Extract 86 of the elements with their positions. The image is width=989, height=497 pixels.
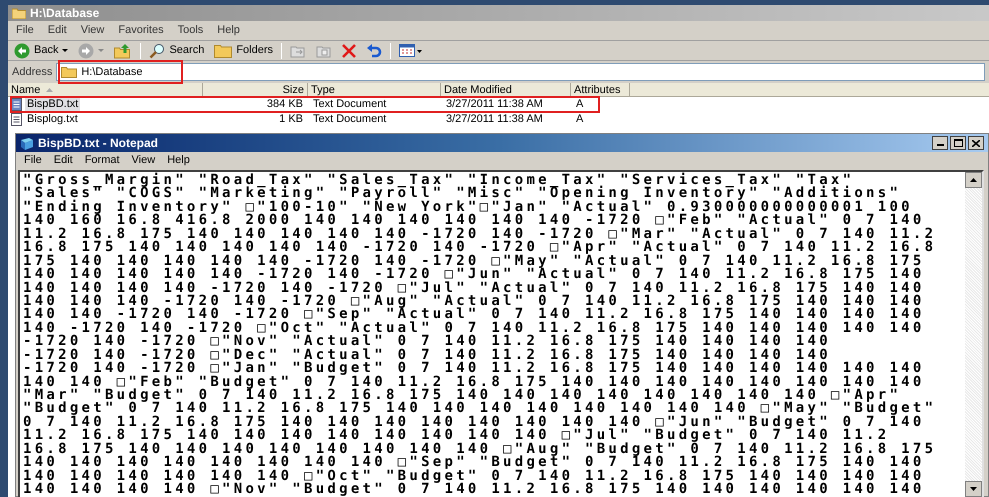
back-button[interactable]: Back [12,42,70,60]
menu-item[interactable]: Edit [48,22,67,39]
address-label: Address [12,64,52,80]
menu-item[interactable]: Help [167,152,190,168]
scroll-down-button[interactable] [965,480,982,496]
menu-item[interactable]: Format [84,152,120,168]
text-line: -1720 140 -1720 □"Jan" "Budget" 0 7 140 11.2 16.8 175 140 140 140 140 140 140 [23,362,926,376]
dropdown-arrow-icon [98,49,104,52]
close-button[interactable] [968,136,984,150]
file-row[interactable]: Bisplog.txt 1 KB Text Document 3/27/2011 11:38 AM A [8,112,989,127]
copy-to-icon [316,44,332,58]
text-line: 140 140 □"Feb" "Budget" 0 7 140 11.2 16.8 175 140 140 140 140 140 140 140 140 [23,376,926,389]
text-line: 140 140 140 140 140 -1720 140 -1720 □"Jun" "Actual" 0 7 140 11.2 16.8 175 140 [23,268,926,282]
text-line: 140 140 140 140 140 140 140 140 □"Sep" "Budget" 0 7 140 11.2 16.8 175 140 140 [23,456,926,470]
text-line: 140 140 140 140 140 140 □"Oct" "Budget" 0 7 140 11.2 16.8 175 140 140 140 140 [23,470,926,484]
folders-button[interactable]: Folders [212,42,276,60]
address-value: H:\Database [81,64,143,80]
scrollbar[interactable] [965,172,982,496]
text-line: "Ending Inventory" □"100-10" "New York"□"Jan" "Actual" 0.930000000000001 100 [23,200,913,214]
text-line: "Sales" "COGS" "Marketing" "Payroll" "Misc" "Opening Inventory" "Additions" [23,187,902,201]
table-cell-text: 384 KB [266,97,304,112]
up-folder-icon [114,42,132,58]
window-title: H:\Database [30,5,100,22]
menu-item[interactable]: Tools [178,22,204,39]
menu-item[interactable]: Help [217,22,240,39]
delete-icon [342,44,356,58]
table-cell-text: 3/27/2011 11:38 AM [445,97,544,112]
views-icon [399,44,424,58]
search-button[interactable]: Search [147,42,206,60]
column-header[interactable]: Type [308,83,441,97]
text-line: 140 160 16.8 416.8 2000 140 140 140 140 140 140 -1720 □"Feb" "Actual" 0 7 140 [23,214,925,228]
table-cell-text: Text Document [312,97,388,112]
text-line: 175 140 140 140 140 140 -1720 140 -1720 □"May" "Actual" 0 7 140 11.2 16.8 175 [23,254,926,268]
text-line: 16.8 175 140 140 140 140 140 -1720 140 -1720 □"Apr" "Actual" 0 7 140 11.2 16.8 [23,241,938,255]
column-header[interactable]: Attributes [571,83,630,97]
menu-item[interactable]: View [132,152,156,168]
move-to-icon [290,44,306,58]
sort-arrow-icon [46,88,54,92]
text-line: 11.2 16.8 175 140 140 140 140 140 -1720 140 -1720 □"Mar" "Actual" 0 7 140 11.2 [23,228,938,242]
table-cell-text: 1 KB [278,112,304,128]
menu-item[interactable]: Edit [54,152,73,168]
menu-item[interactable]: Favorites [118,22,164,39]
table-cell-text: A [575,97,584,112]
text-line: -1720 140 -1720 □"Dec" "Actual" 0 7 140 11.2 16.8 175 140 140 140 140 [23,348,832,362]
table-cell-text: A [575,112,584,128]
menu-item[interactable]: View [80,22,104,39]
text-line: 140 140 140 -1720 140 -1720 □"Aug" "Actual" 0 7 140 11.2 16.8 175 140 140 140 [23,294,926,308]
maximize-button[interactable] [950,136,966,150]
window-title: BispBD.txt - Notepad [38,135,158,152]
dropdown-arrow-icon [62,49,68,52]
file-row[interactable]: BispBD.txt 384 KB Text Document 3/27/2011 11:38 AM A [8,97,989,112]
down-arrow-icon [970,486,977,490]
text-line: "Budget" 0 7 140 11.2 16.8 175 140 140 140 140 140 140 140 140 □"May" "Budget" [23,402,938,416]
minimize-button[interactable] [932,136,948,150]
undo-icon [366,44,382,58]
up-arrow-icon [970,178,977,182]
delete-button[interactable] [340,42,358,60]
text-file-icon [11,98,22,111]
table-cell-text: 3/27/2011 11:38 AM [445,112,544,128]
close-icon [972,140,980,146]
text-line: 0 7 140 11.2 16.8 175 140 140 140 140 140 140 140 140 □"Jun" "Budget" 0 7 140 [23,416,925,430]
column-header[interactable]: Name [8,83,203,97]
table-cell-text: Text Document [312,112,388,128]
notepad-icon [20,136,34,150]
column-header[interactable]: Date Modified [441,83,571,97]
text-line: "Mar" "Budget" 0 7 140 11.2 16.8 175 140 140 140 140 140 140 140 140 □"Apr" [23,389,902,402]
minimize-icon [936,144,944,146]
column-header[interactable]: Size [203,83,308,97]
text-line: 140 -1720 140 -1720 □"Oct" "Actual" 0 7 140 11.2 16.8 175 140 140 140 140 140 [23,322,926,336]
folder-icon [214,44,232,58]
menu-item[interactable]: File [16,22,34,39]
text-line: 16.8 175 140 140 140 140 140 140 140 140 □"Aug" "Budget" 0 7 140 11.2 16.8 175 [23,442,938,456]
text-line: 140 140 140 140 □"Nov" "Budget" 0 7 140 11.2 16.8 175 140 140 140 140 140 140 [23,483,926,496]
search-icon [149,42,166,58]
folder-icon [12,8,26,18]
text-file-icon [11,113,22,126]
folder-icon [61,66,78,78]
text-line: -1720 140 -1720 □"Nov" "Actual" 0 7 140 11.2 16.8 175 140 140 140 140 [23,335,832,349]
text-line: 140 140 140 140 -1720 140 -1720 □"Jul" "Actual" 0 7 140 11.2 16.8 175 140 140 [23,282,926,295]
maximize-icon [954,139,962,147]
file-name: Bisplog.txt [26,112,79,128]
address-field[interactable]: H:\Database [56,63,985,81]
text-line: 140 140 -1720 140 -1720 □"Sep" "Actual" 0 7 140 11.2 16.8 175 140 140 140 140 [23,308,926,322]
scroll-up-button[interactable] [965,172,982,188]
menu-item[interactable]: File [24,152,42,168]
text-line: 11.2 16.8 175 140 140 140 140 140 140 140 140 □"Jul" "Budget" 0 7 140 11.2 [23,429,890,443]
